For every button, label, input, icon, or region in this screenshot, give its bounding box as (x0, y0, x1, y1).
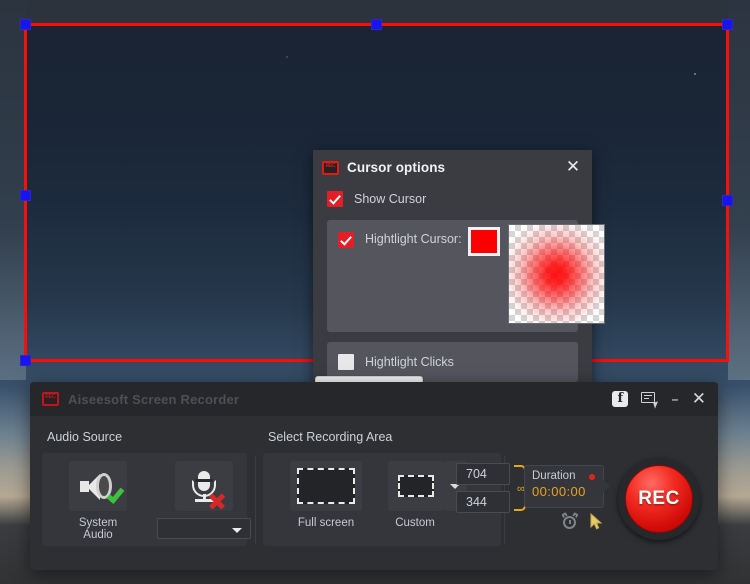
system-audio-label: System Audio (63, 517, 133, 541)
section-divider (255, 456, 256, 544)
app-title: Aiseesoft Screen Recorder (68, 392, 239, 407)
system-audio-button[interactable] (69, 461, 127, 511)
alarm-clock-icon[interactable] (562, 513, 578, 530)
highlight-cursor-checkbox[interactable] (338, 232, 354, 248)
custom-area-button[interactable] (388, 461, 443, 511)
show-cursor-checkbox[interactable] (327, 191, 343, 207)
feedback-icon[interactable] (641, 392, 658, 407)
app-titlebar[interactable]: REC Aiseesoft Screen Recorder f – ✕ (30, 382, 718, 416)
rec-camera-icon: REC (42, 392, 59, 406)
show-cursor-label: Show Cursor (354, 192, 426, 206)
recording-area-label: Select Recording Area (268, 430, 392, 444)
window-controls: f – ✕ (612, 382, 706, 416)
selection-handle-top-center[interactable] (371, 19, 382, 30)
fullscreen-label: Full screen (283, 517, 369, 529)
record-button[interactable]: REC (618, 458, 700, 540)
microphone-button[interactable] (175, 461, 233, 511)
minimize-icon[interactable]: – (671, 394, 679, 404)
duration-display: Duration 00:00:00 (524, 465, 604, 508)
record-group: Duration 00:00:00 RE (510, 453, 706, 546)
mouse-cursor-icon[interactable] (590, 513, 603, 530)
highlight-cursor-preview (508, 224, 605, 324)
star-speck (694, 73, 696, 75)
highlight-cursor-label: Hightlight Cursor: (365, 232, 462, 246)
recording-area-group: Full screen Custom 704 344 ∞ (263, 453, 501, 546)
fullscreen-icon (297, 468, 355, 504)
duration-value: 00:00:00 (532, 484, 603, 499)
cursor-options-dialog: REC Cursor options ✕ Show Cursor Hightli… (313, 150, 592, 412)
star-speck (286, 56, 288, 58)
microphone-off-icon (187, 470, 221, 502)
close-icon[interactable]: ✕ (564, 159, 582, 177)
close-icon[interactable]: ✕ (692, 391, 706, 408)
selection-handle-middle-right[interactable] (722, 195, 733, 206)
screen-recorder-window: REC Aiseesoft Screen Recorder f – ✕ Audi… (30, 382, 718, 570)
show-cursor-row[interactable]: Show Cursor (313, 185, 592, 213)
audio-device-dropdown[interactable] (157, 518, 251, 539)
selection-handle-middle-left[interactable] (20, 190, 31, 201)
dialog-title: Cursor options (347, 160, 445, 175)
area-width-input[interactable]: 704 (456, 463, 510, 485)
recorder-mini-icons (562, 513, 603, 530)
highlight-clicks-checkbox[interactable] (338, 354, 354, 370)
app-body: Audio Source Select Recording Area Syste… (30, 416, 718, 570)
rec-camera-icon: REC (322, 161, 339, 175)
speaker-icon (78, 471, 118, 501)
audio-source-group: System Audio (42, 453, 247, 546)
fullscreen-button[interactable] (290, 461, 362, 511)
selection-handle-bottom-left[interactable] (20, 355, 31, 366)
selection-handle-top-left[interactable] (20, 19, 31, 30)
screen-root: REC Cursor options ✕ Show Cursor Hightli… (0, 0, 750, 584)
custom-area-icon (398, 475, 434, 497)
area-height-input[interactable]: 344 (456, 491, 510, 513)
dialog-titlebar[interactable]: REC Cursor options ✕ (313, 150, 592, 185)
highlight-color-swatch[interactable] (468, 227, 500, 256)
wallpaper-right-band (728, 0, 750, 380)
highlight-clicks-label: Hightlight Clicks (365, 355, 454, 369)
selection-handle-top-right[interactable] (722, 19, 733, 30)
facebook-icon[interactable]: f (612, 391, 628, 407)
audio-source-label: Audio Source (47, 430, 122, 444)
highlight-cursor-panel: Hightlight Cursor: (327, 220, 578, 332)
recording-indicator-dot (589, 474, 595, 480)
record-button-label: REC (638, 488, 680, 510)
custom-label: Custom (382, 517, 448, 529)
selection-border-right (726, 23, 729, 362)
